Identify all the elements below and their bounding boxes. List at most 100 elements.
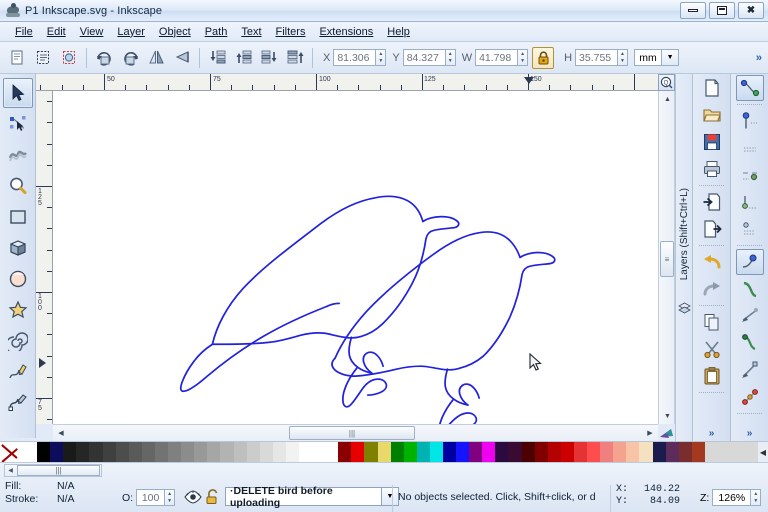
- palette-swatch[interactable]: [351, 442, 365, 463]
- menu-object[interactable]: Object: [152, 24, 198, 40]
- palette-swatch[interactable]: [325, 442, 339, 463]
- open-folder-icon[interactable]: [698, 102, 726, 128]
- new-file-icon[interactable]: [698, 75, 726, 101]
- palette-swatch[interactable]: [89, 442, 103, 463]
- opacity-spinner[interactable]: ▲▼: [136, 489, 176, 506]
- palette-swatch[interactable]: [443, 442, 457, 463]
- scroll-left-arrow-icon[interactable]: ◀: [55, 425, 67, 441]
- menu-help[interactable]: Help: [380, 24, 417, 40]
- import-icon[interactable]: [698, 189, 726, 215]
- zoom-control[interactable]: Z: ▲▼: [700, 489, 762, 506]
- palette-swatch[interactable]: [403, 442, 417, 463]
- commands-overflow-button-2[interactable]: »: [731, 428, 768, 439]
- insert-node-icon[interactable]: [736, 108, 764, 134]
- palette-swatch[interactable]: [115, 442, 129, 463]
- commands-overflow-button-1[interactable]: »: [693, 428, 730, 439]
- palette-swatch[interactable]: [495, 442, 509, 463]
- w-spinner[interactable]: ▲▼: [475, 49, 529, 66]
- palette-swatch[interactable]: [560, 442, 574, 463]
- menu-extensions[interactable]: Extensions: [312, 24, 380, 40]
- delete-node-icon[interactable]: [736, 135, 764, 161]
- node-path-icon[interactable]: [736, 75, 764, 101]
- palette-swatch[interactable]: [626, 442, 640, 463]
- undo-arrow-icon[interactable]: [698, 249, 726, 275]
- palette-swatch[interactable]: [76, 442, 90, 463]
- rectangle-tool[interactable]: [3, 202, 33, 232]
- palette-swatch[interactable]: [469, 442, 483, 463]
- menu-filters[interactable]: Filters: [269, 24, 313, 40]
- toolbar-overflow-button[interactable]: »: [756, 52, 762, 64]
- palette-scroll-arrow-icon[interactable]: ◀: [758, 442, 768, 462]
- close-button[interactable]: ✖: [738, 2, 764, 19]
- palette-scroll-thumb[interactable]: |||: [17, 465, 100, 476]
- export-icon[interactable]: [698, 216, 726, 242]
- break-path-icon[interactable]: [736, 162, 764, 188]
- horizontal-scrollbar[interactable]: ◀ ||| ▶: [53, 424, 658, 441]
- chevron-down-icon[interactable]: ▼: [662, 49, 680, 66]
- opacity-control[interactable]: O: ▲▼: [122, 489, 176, 506]
- palette-swatch[interactable]: [429, 442, 443, 463]
- palette-swatch[interactable]: [233, 442, 247, 463]
- document-page[interactable]: [53, 91, 658, 424]
- select-all-icon[interactable]: [5, 46, 29, 70]
- layer-lock-toggle[interactable]: [205, 489, 220, 508]
- auto-node-icon[interactable]: [736, 330, 764, 356]
- join-segment-icon[interactable]: [736, 216, 764, 242]
- menu-view[interactable]: View: [73, 24, 111, 40]
- palette-swatch[interactable]: [613, 442, 627, 463]
- y-spinner[interactable]: ▲▼: [402, 49, 456, 66]
- palette-swatch[interactable]: [63, 442, 77, 463]
- layer-dropdown-chevron-down-icon[interactable]: ▼: [382, 487, 399, 506]
- layer-visibility-toggle[interactable]: [184, 490, 202, 507]
- menu-file[interactable]: File: [8, 24, 40, 40]
- palette-swatch[interactable]: [259, 442, 273, 463]
- flip-vertical-icon[interactable]: [170, 46, 194, 70]
- opacity-input[interactable]: [136, 489, 165, 506]
- raise-to-top-icon[interactable]: [283, 46, 307, 70]
- color-palette[interactable]: ◀: [0, 441, 768, 463]
- opacity-spin-arrows[interactable]: ▲ ▼: [164, 489, 176, 506]
- floppy-save-icon[interactable]: [698, 129, 726, 155]
- x-spinner[interactable]: ▲▼: [333, 49, 387, 66]
- palette-swatch[interactable]: [390, 442, 404, 463]
- horizontal-scroll-thumb[interactable]: |||: [289, 426, 415, 440]
- w-spin-arrows[interactable]: ▲ ▼: [517, 49, 529, 66]
- palette-swatch[interactable]: [678, 442, 692, 463]
- vertical-scrollbar[interactable]: ▲ ≡ ▼: [658, 91, 675, 424]
- flip-horizontal-icon[interactable]: [144, 46, 168, 70]
- vertical-scroll-thumb[interactable]: ≡: [660, 241, 674, 277]
- palette-swatch[interactable]: [298, 442, 313, 463]
- spiral-tool[interactable]: [3, 326, 33, 356]
- deselect-icon[interactable]: [57, 46, 81, 70]
- pencil-tool[interactable]: [3, 357, 33, 387]
- scroll-right-arrow-icon[interactable]: ▶: [644, 425, 656, 441]
- palette-swatch[interactable]: [285, 442, 299, 463]
- smooth-node-icon[interactable]: [736, 276, 764, 302]
- palette-swatch[interactable]: [246, 442, 260, 463]
- menu-edit[interactable]: Edit: [40, 24, 73, 40]
- star-tool[interactable]: [3, 295, 33, 325]
- symmetric-node-icon[interactable]: [736, 303, 764, 329]
- zoom-input[interactable]: [712, 489, 751, 506]
- palette-swatch[interactable]: [377, 442, 391, 463]
- palette-swatch[interactable]: [50, 442, 64, 463]
- palette-swatch[interactable]: [587, 442, 601, 463]
- box3d-tool[interactable]: [3, 233, 33, 263]
- palette-swatch[interactable]: [534, 442, 548, 463]
- palette-swatch[interactable]: [24, 442, 38, 463]
- raise-icon[interactable]: [231, 46, 255, 70]
- palette-swatch[interactable]: [521, 442, 535, 463]
- y-input[interactable]: [402, 49, 445, 66]
- palette-swatch[interactable]: [102, 442, 116, 463]
- palette-mini-scrollbar[interactable]: ◀ |||: [4, 464, 102, 477]
- w-input[interactable]: [475, 49, 518, 66]
- menu-text[interactable]: Text: [234, 24, 268, 40]
- copy-icon[interactable]: [698, 309, 726, 335]
- palette-swatch[interactable]: [338, 442, 352, 463]
- palette-swatch[interactable]: [482, 442, 496, 463]
- x-spin-arrows[interactable]: ▲ ▼: [375, 49, 387, 66]
- swatch-none[interactable]: [0, 442, 24, 463]
- node-tool[interactable]: [3, 109, 33, 139]
- color-managed-view-icon[interactable]: [658, 424, 675, 441]
- palette-swatch[interactable]: [600, 442, 614, 463]
